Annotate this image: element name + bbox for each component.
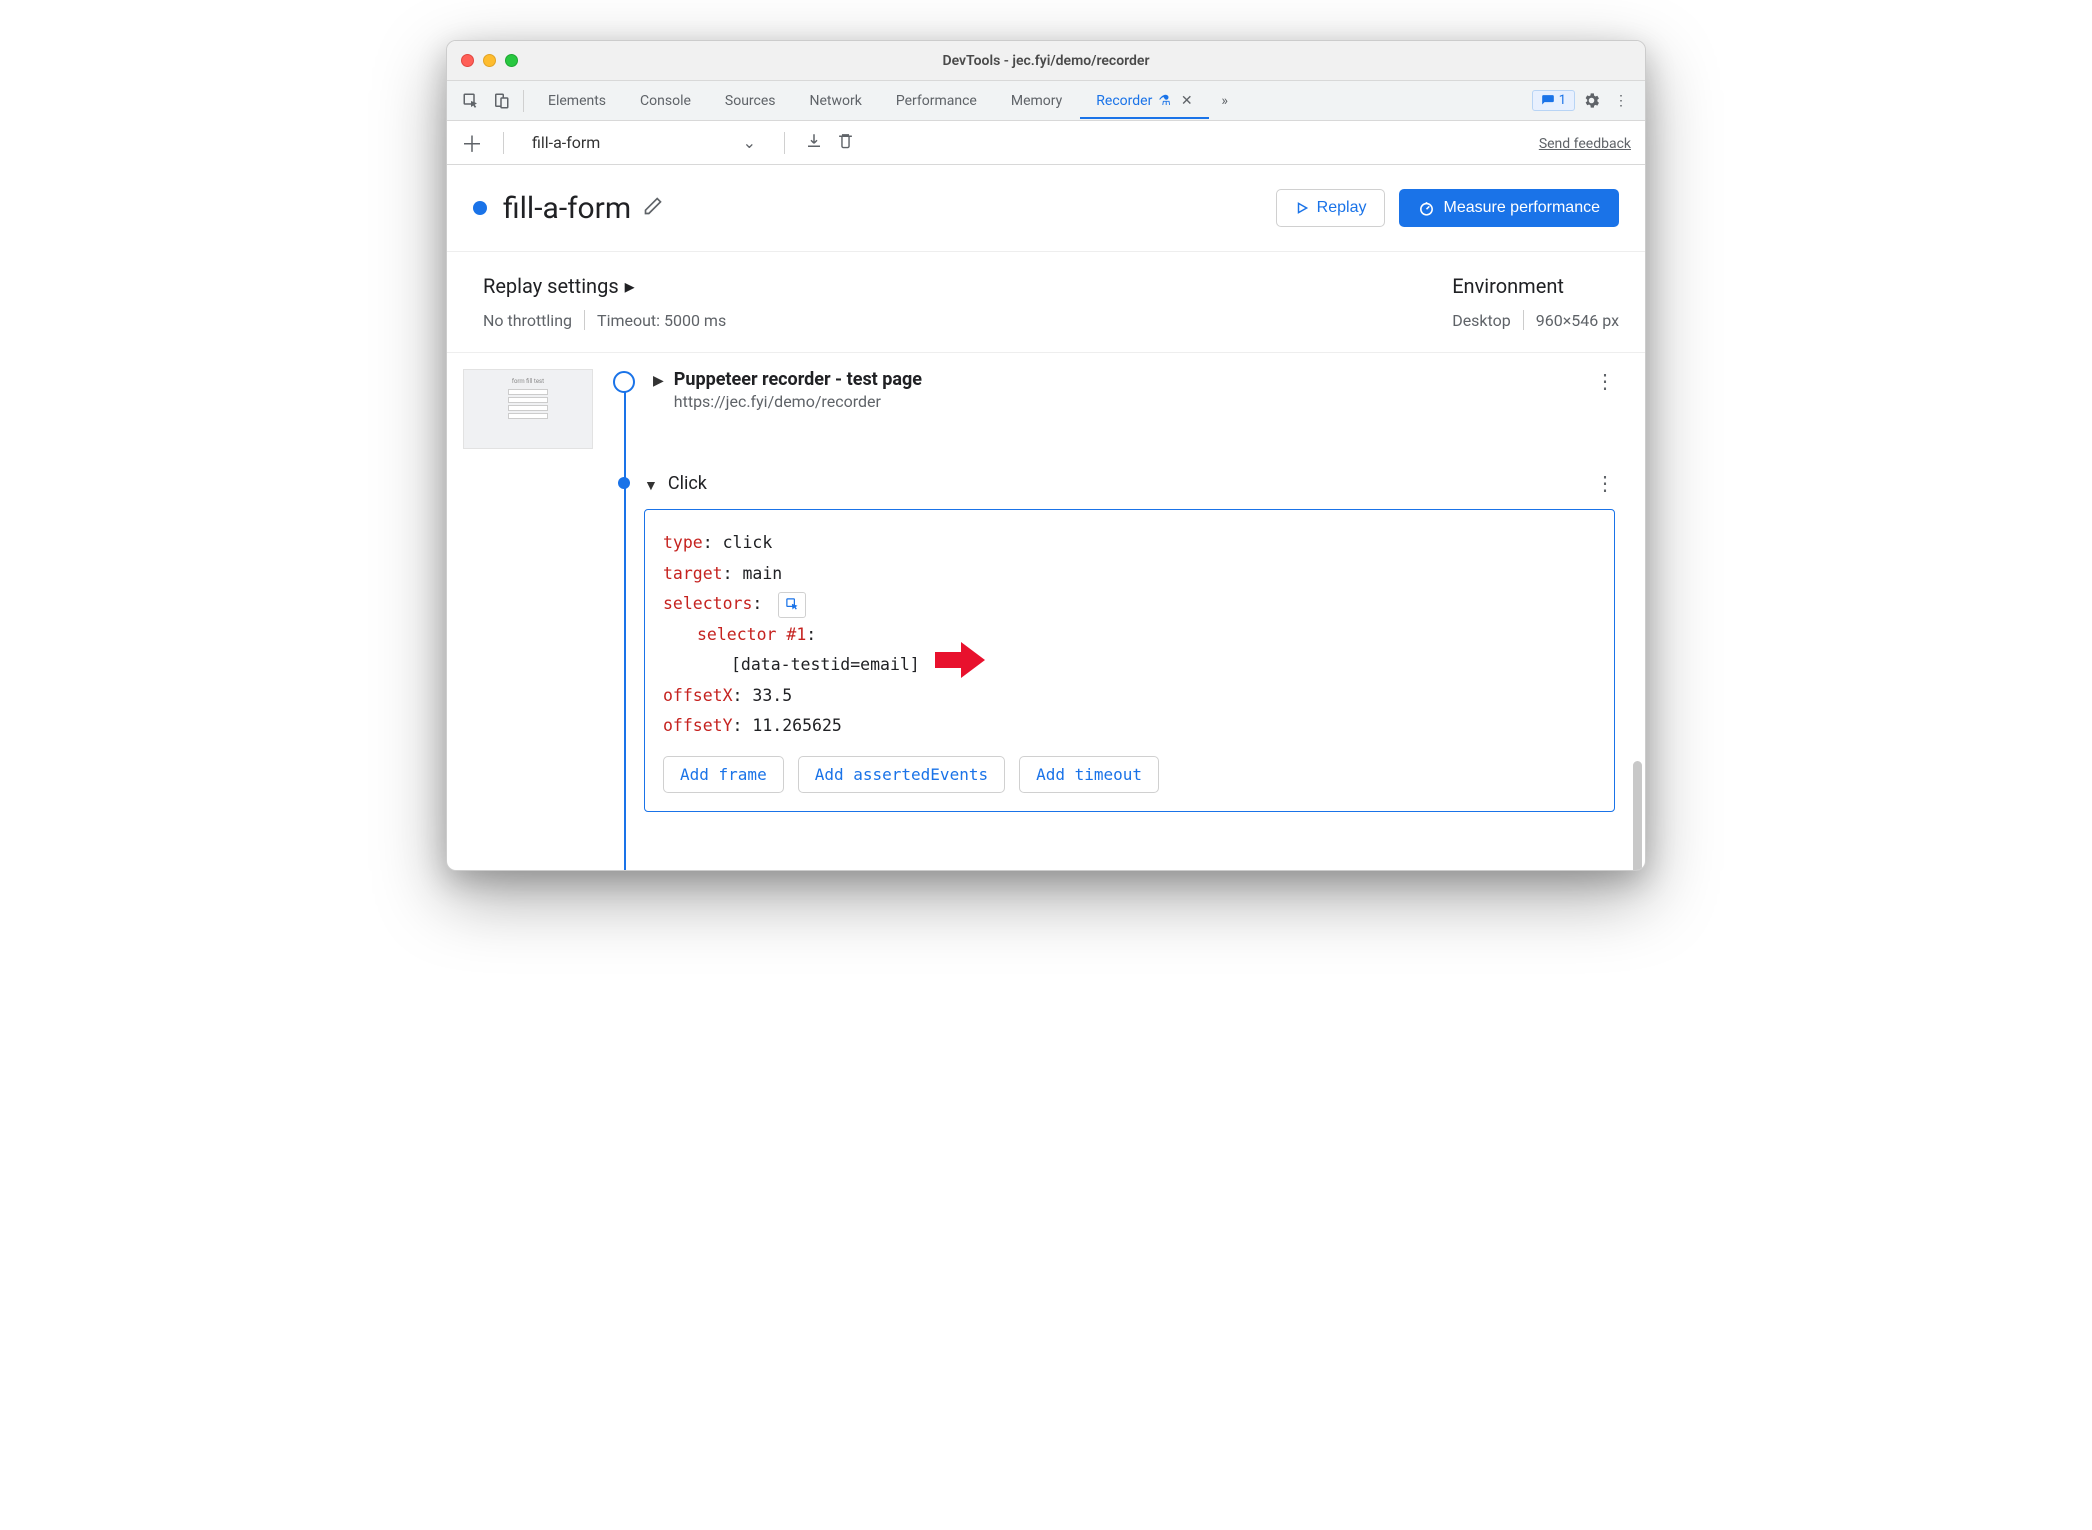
flask-icon: ⚗ (1158, 93, 1171, 109)
step-label: Click (668, 473, 707, 494)
new-recording-button[interactable]: ＋ (461, 127, 483, 159)
replay-button[interactable]: Replay (1276, 189, 1386, 227)
tab-recorder[interactable]: Recorder ⚗ ✕ (1080, 83, 1208, 119)
step-menu-icon[interactable]: ⋮ (1595, 369, 1615, 393)
pick-selector-icon[interactable] (778, 592, 806, 618)
env-device: Desktop (1452, 311, 1511, 330)
throttling-value: No throttling (483, 311, 572, 330)
more-tabs-icon[interactable]: » (1211, 87, 1239, 115)
tab-sources[interactable]: Sources (709, 83, 792, 119)
add-timeout-button[interactable]: Add timeout (1019, 756, 1159, 793)
replay-settings-toggle[interactable]: Replay settings ▸ (483, 274, 726, 298)
environment-title: Environment (1452, 274, 1619, 298)
tab-memory[interactable]: Memory (995, 83, 1078, 119)
recording-header: fill-a-form Replay Measure performance (447, 165, 1645, 252)
env-size: 960×546 px (1536, 311, 1619, 330)
issues-badge[interactable]: 1 (1532, 90, 1575, 111)
add-asserted-events-button[interactable]: Add assertedEvents (798, 756, 1005, 793)
step-menu-icon[interactable]: ⋮ (1595, 471, 1615, 495)
selector-value[interactable]: [data-testid=email] (731, 655, 920, 674)
recording-status-dot (473, 201, 487, 215)
steps-timeline: ▶ Puppeteer recorder - test page https:/… (613, 369, 1645, 870)
titlebar: DevTools - jec.fyi/demo/recorder (447, 41, 1645, 81)
close-tab-icon[interactable]: ✕ (1181, 93, 1193, 109)
devtools-tabbar: Elements Console Sources Network Perform… (447, 81, 1645, 121)
edit-title-icon[interactable] (643, 196, 663, 220)
settings-gear-icon[interactable] (1577, 87, 1605, 115)
window-title: DevTools - jec.fyi/demo/recorder (447, 53, 1645, 69)
step-details: type: click target: main selectors: sele… (644, 509, 1615, 812)
tab-elements[interactable]: Elements (532, 83, 622, 119)
download-icon[interactable] (805, 132, 823, 154)
caret-right-icon: ▸ (625, 274, 635, 298)
timeline-marker (618, 477, 630, 489)
devtools-window: DevTools - jec.fyi/demo/recorder Element… (446, 40, 1646, 871)
tab-console[interactable]: Console (624, 83, 707, 119)
delete-icon[interactable] (837, 132, 854, 153)
page-thumbnail[interactable]: form fill test (463, 369, 593, 449)
steps-content: form fill test ▶ Puppeteer recorder - te… (447, 353, 1645, 870)
step-title: Puppeteer recorder - test page (674, 369, 922, 390)
collapse-caret-icon[interactable]: ▼ (644, 477, 658, 494)
step-click: ▼ Click ⋮ type: click target: main selec… (613, 471, 1645, 812)
settings-row: Replay settings ▸ No throttling Timeout:… (447, 252, 1645, 353)
tab-network[interactable]: Network (794, 83, 878, 119)
add-frame-button[interactable]: Add frame (663, 756, 784, 793)
recording-title: fill-a-form (503, 191, 631, 226)
recording-selector[interactable]: fill-a-form ⌄ (524, 129, 764, 156)
measure-performance-button[interactable]: Measure performance (1399, 189, 1619, 227)
device-toolbar-icon[interactable] (487, 87, 515, 115)
scrollbar[interactable] (1633, 761, 1642, 871)
inspect-icon[interactable] (457, 87, 485, 115)
tab-performance[interactable]: Performance (880, 83, 993, 119)
timeout-value: Timeout: 5000 ms (597, 311, 726, 330)
recorder-toolbar: ＋ fill-a-form ⌄ Send feedback (447, 121, 1645, 165)
step-url: https://jec.fyi/demo/recorder (674, 392, 922, 411)
step-root: ▶ Puppeteer recorder - test page https:/… (613, 369, 1645, 411)
timeline-marker (613, 371, 635, 393)
expand-caret-icon[interactable]: ▶ (653, 373, 664, 389)
send-feedback-link[interactable]: Send feedback (1539, 136, 1631, 152)
chevron-down-icon: ⌄ (743, 133, 756, 152)
kebab-menu-icon[interactable]: ⋮ (1607, 87, 1635, 115)
